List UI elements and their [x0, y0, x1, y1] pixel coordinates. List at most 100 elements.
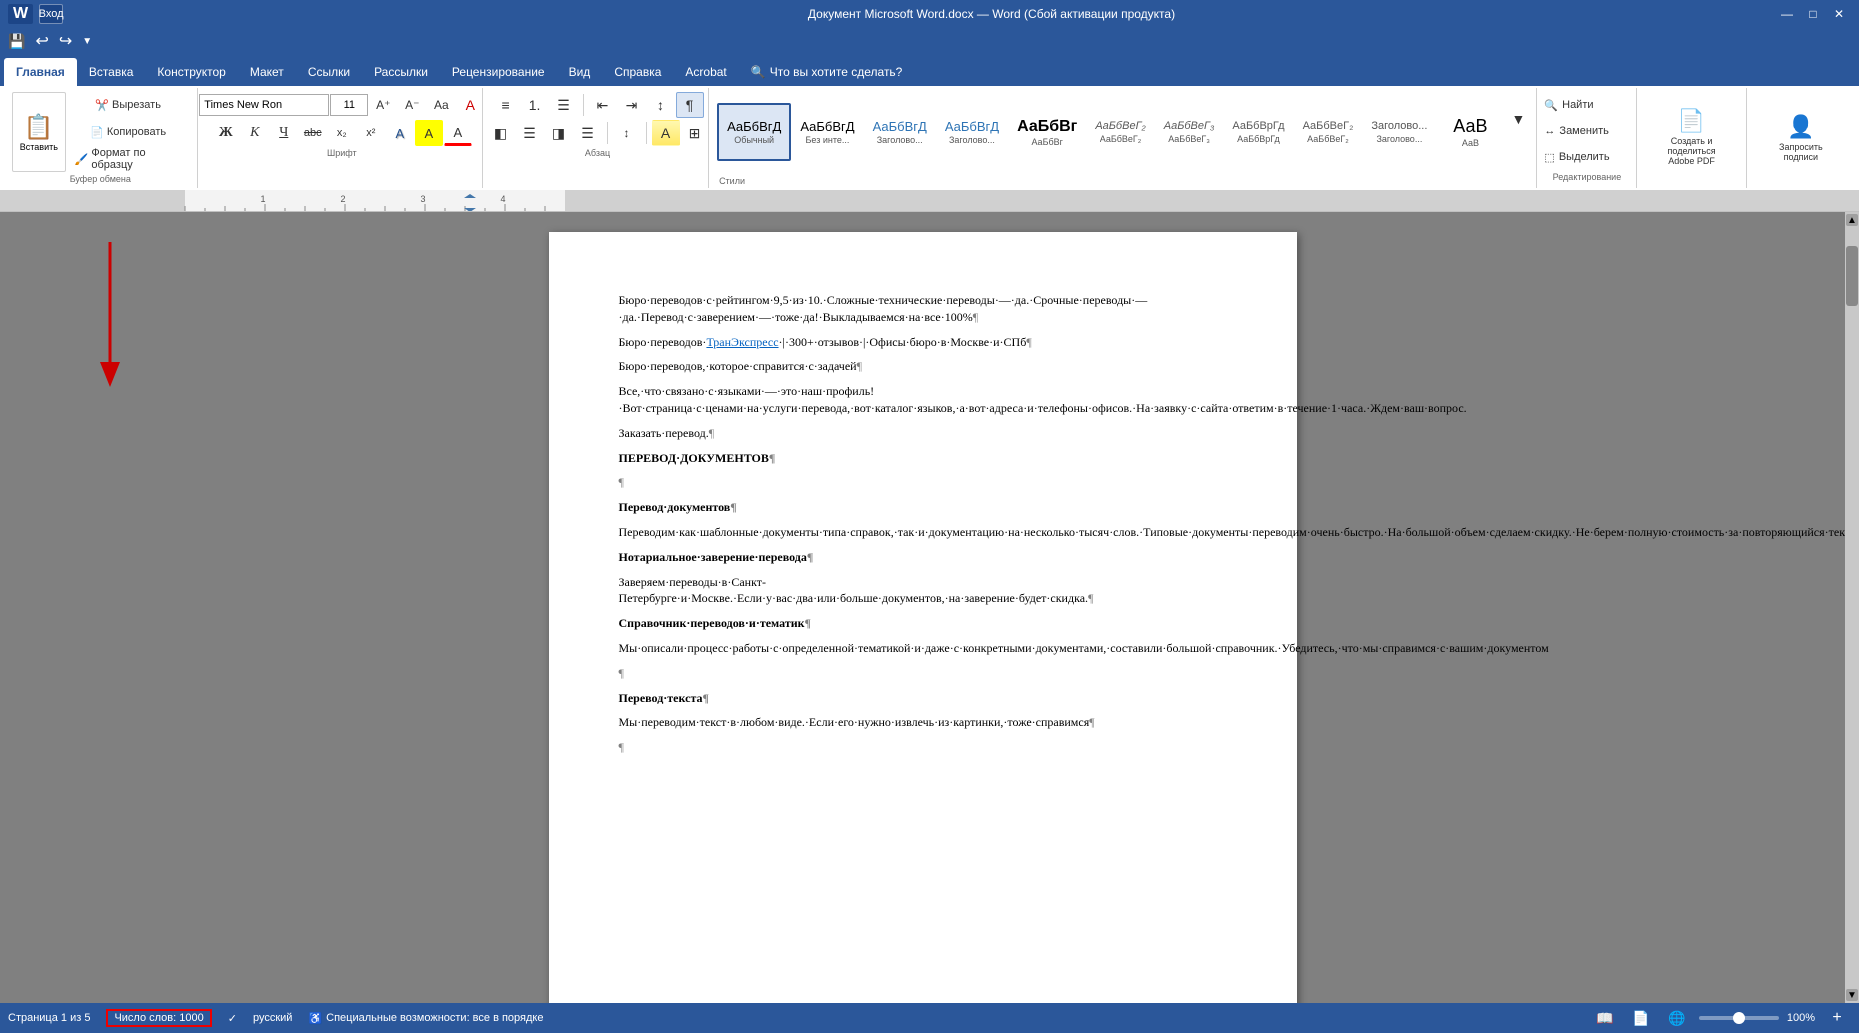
style-h2[interactable]: АаБбВгД Заголово... — [936, 103, 1008, 161]
style-h2-preview: АаБбВгД — [945, 119, 999, 135]
align-left-btn[interactable]: ◧ — [487, 120, 515, 146]
status-right: 📖 📄 🌐 100% + — [1591, 1005, 1851, 1031]
request-signature-btn[interactable]: 👤 Запросить подписи — [1755, 109, 1847, 167]
format-painter-button[interactable]: 🖌️ Формат по образцу — [68, 146, 189, 172]
svg-text:2: 2 — [340, 194, 345, 204]
style-nospace-preview: АаБбВгД — [800, 119, 854, 135]
select-btn[interactable]: ⬚ Выделить — [1543, 144, 1630, 170]
title-bar: W Вход Документ Microsoft Word.docx — Wo… — [0, 0, 1859, 28]
document-page[interactable]: Бюро·переводов·с·рейтингом·9,5·из·10.·Сл… — [549, 232, 1297, 1003]
borders-btn[interactable]: ⊞ — [681, 120, 709, 146]
tab-design[interactable]: Конструктор — [145, 58, 237, 86]
view-print-btn[interactable]: 📄 — [1627, 1005, 1655, 1031]
decrease-indent-btn[interactable]: ⇤ — [589, 92, 617, 118]
bullets-btn[interactable]: ≡ — [492, 92, 520, 118]
style-strong-preview: АаБбВрГд — [1232, 120, 1284, 133]
font-name-input[interactable] — [199, 94, 329, 116]
close-button[interactable]: ✕ — [1827, 4, 1851, 24]
style-strong[interactable]: АаБбВрГд АаБбВрГд — [1223, 103, 1293, 161]
styles-more-btn[interactable]: ▼ — [1504, 90, 1532, 148]
highlight-btn[interactable]: A — [415, 120, 443, 146]
align-right-btn[interactable]: ◨ — [545, 120, 573, 146]
save-quick-btn[interactable]: 💾 — [4, 31, 29, 52]
change-case-btn[interactable]: Aa — [427, 92, 455, 118]
word-icon: W — [8, 4, 33, 24]
view-read-btn[interactable]: 📖 — [1591, 1005, 1619, 1031]
tab-view[interactable]: Вид — [557, 58, 603, 86]
login-button[interactable]: Вход — [39, 4, 63, 24]
tab-search[interactable]: 🔍 Что вы хотите сделать? — [739, 58, 915, 86]
paste-button[interactable]: 📋 Вставить — [12, 92, 66, 172]
sort-btn[interactable]: ↕ — [647, 92, 675, 118]
subscript-btn[interactable]: х₂ — [328, 120, 356, 146]
style-nospace[interactable]: АаБбВгД Без инте... — [791, 103, 863, 161]
increase-font-btn[interactable]: A⁺ — [369, 92, 397, 118]
multilevel-btn[interactable]: ☰ — [550, 92, 578, 118]
scroll-up-btn[interactable]: ▲ — [1846, 214, 1858, 226]
tab-mailings[interactable]: Рассылки — [362, 58, 440, 86]
strikethrough-btn[interactable]: abc — [299, 120, 327, 146]
font-color-btn[interactable]: A — [444, 120, 472, 146]
undo-quick-btn[interactable]: ↩ — [31, 29, 52, 53]
style-aav-preview: АаВ — [1453, 116, 1487, 138]
tab-home[interactable]: Главная — [4, 58, 77, 86]
minimize-button[interactable]: — — [1775, 4, 1799, 24]
tab-references[interactable]: Ссылки — [296, 58, 362, 86]
svg-text:3: 3 — [420, 194, 425, 204]
underline-btn[interactable]: Ч — [270, 120, 298, 146]
style-normal-label: Обычный — [734, 135, 774, 145]
style-subtitle[interactable]: АаБбВеГ₂ АаБбВеГ₂ — [1086, 103, 1154, 161]
word-count-badge[interactable]: Число слов: 1000 — [106, 1009, 211, 1027]
superscript-btn[interactable]: х² — [357, 120, 385, 146]
vertical-scrollbar[interactable]: ▲ ▼ — [1845, 212, 1859, 1003]
line-spacing-btn[interactable]: ↕ — [613, 120, 641, 146]
divider3 — [646, 122, 647, 144]
style-h1[interactable]: АаБбВгД Заголово... — [864, 103, 936, 161]
font-size-input[interactable] — [330, 94, 368, 116]
justify-btn[interactable]: ☰ — [574, 120, 602, 146]
tab-insert[interactable]: Вставка — [77, 58, 146, 86]
create-pdf-btn[interactable]: 📄 Создать и поделиться Adobe PDF — [1645, 103, 1737, 171]
word-count-item[interactable]: Число слов: 1000 — [106, 1009, 211, 1027]
tab-review[interactable]: Рецензирование — [440, 58, 557, 86]
link-tranexpress[interactable]: ТранЭкспресс — [706, 335, 778, 349]
find-btn[interactable]: 🔍 Найти — [1543, 92, 1630, 118]
copy-button[interactable]: 📄 Копировать — [68, 119, 189, 145]
increase-indent-btn[interactable]: ⇥ — [618, 92, 646, 118]
scroll-down-btn[interactable]: ▼ — [1846, 989, 1858, 1001]
style-aav[interactable]: АаВ АаВ — [1436, 103, 1504, 161]
quick-access-dropdown[interactable]: ▼ — [78, 34, 96, 49]
style-emphasis[interactable]: АаБбВеГ₃ АаБбВеГ₃ — [1155, 103, 1224, 161]
italic-btn[interactable]: К — [241, 120, 269, 146]
title-bar-left: W Вход — [8, 4, 208, 24]
style-quote[interactable]: АаБбВеГ₂ АаБбВеГ₂ — [1294, 103, 1363, 161]
replace-btn[interactable]: ↔ Заменить — [1543, 118, 1630, 144]
divider — [583, 94, 584, 116]
cut-button[interactable]: ✂️ Вырезать — [68, 92, 189, 118]
clear-format-btn[interactable]: A — [456, 92, 484, 118]
shading-btn[interactable]: A — [652, 120, 680, 146]
ribbon-content: 📋 Вставить ✂️ Вырезать 📄 Копировать 🖌️ Ф… — [0, 86, 1859, 190]
redo-quick-btn[interactable]: ↪ — [55, 29, 76, 53]
tab-layout[interactable]: Макет — [238, 58, 296, 86]
quick-access-toolbar: 💾 ↩ ↪ ▼ — [0, 28, 1859, 54]
style-h3[interactable]: Заголово... Заголово... — [1362, 103, 1436, 161]
decrease-font-btn[interactable]: A⁻ — [398, 92, 426, 118]
zoom-in-btn[interactable]: + — [1823, 1005, 1851, 1031]
zoom-level: 100% — [1787, 1012, 1815, 1024]
style-title[interactable]: АаБбВг АаБбВг — [1008, 103, 1086, 161]
numbering-btn[interactable]: 1. — [521, 92, 549, 118]
align-center-btn[interactable]: ☰ — [516, 120, 544, 146]
style-normal[interactable]: АаБбВгД Обычный — [717, 103, 791, 161]
tab-acrobat[interactable]: Acrobat — [673, 58, 738, 86]
show-marks-btn[interactable]: ¶ — [676, 92, 704, 118]
bold-btn[interactable]: Ж — [212, 120, 240, 146]
restore-button[interactable]: □ — [1801, 4, 1825, 24]
scroll-thumb[interactable] — [1846, 246, 1858, 306]
tab-help[interactable]: Справка — [602, 58, 673, 86]
language-indicator: русский — [253, 1012, 292, 1024]
text-effects-btn[interactable]: A — [386, 120, 414, 146]
style-h2-label: Заголово... — [949, 135, 995, 145]
font-label: Шрифт — [327, 148, 357, 158]
view-web-btn[interactable]: 🌐 — [1663, 1005, 1691, 1031]
